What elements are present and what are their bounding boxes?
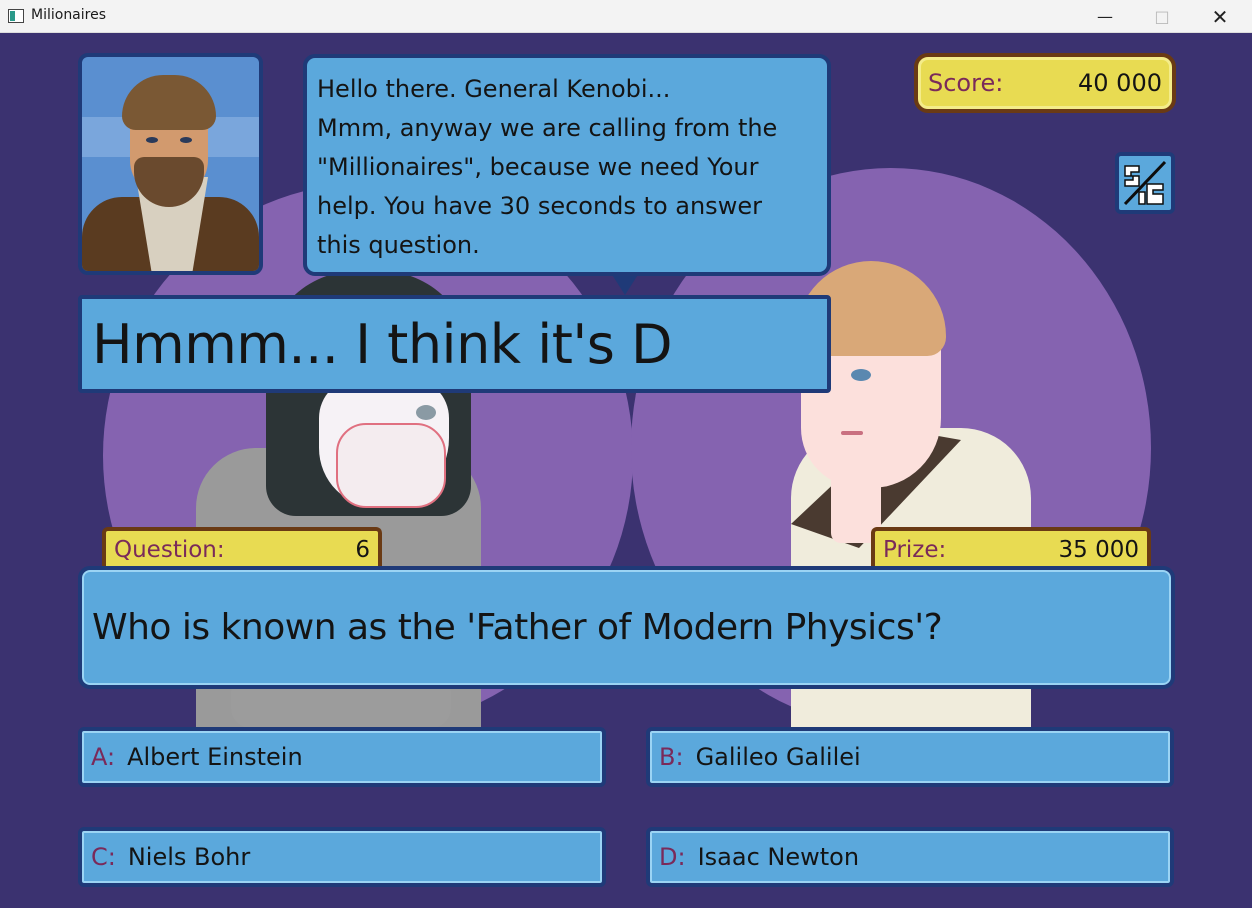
answer-c-button[interactable]: C: Niels Bohr <box>78 827 606 887</box>
speech-bubble-tail <box>611 273 639 295</box>
maximize-icon[interactable]: □ <box>1139 0 1185 33</box>
question-number-tab: Question: 6 <box>102 527 382 569</box>
answer-c-text: Niels Bohr <box>127 843 251 871</box>
contestant-hand <box>336 423 446 508</box>
game-screen: Hello there. General Kenobi... Mmm, anyw… <box>1 33 1251 907</box>
answer-c-letter: C: <box>91 843 116 871</box>
window-title: Milionaires <box>31 7 107 23</box>
app-icon <box>8 9 24 23</box>
question-number-value: 6 <box>355 537 370 563</box>
caller-portrait <box>78 53 263 275</box>
score-label: Score: <box>928 69 1004 97</box>
answer-a-text: Albert Einstein <box>127 743 303 771</box>
question-box: Who is known as the 'Father of Modern Ph… <box>78 566 1175 689</box>
answer-a-button[interactable]: A: Albert Einstein <box>78 727 606 787</box>
host-eye <box>851 369 871 381</box>
host-mouth <box>841 431 863 435</box>
minimize-icon[interactable]: — <box>1082 0 1128 33</box>
prize-label: Prize: <box>883 537 947 563</box>
caller-hint-text: Hmmm... I think it's D <box>92 312 673 376</box>
score-panel: Score: 40 000 <box>914 53 1176 113</box>
answer-d-letter: D: <box>659 843 686 871</box>
caller-speech-text: Hello there. General Kenobi... Mmm, anyw… <box>317 75 778 259</box>
caller-hint-box: Hmmm... I think it's D <box>78 295 831 393</box>
answer-a-letter: A: <box>91 743 116 771</box>
contestant-eye <box>416 405 436 420</box>
fifty-fifty-lifeline-button[interactable] <box>1115 152 1175 214</box>
question-text: Who is known as the 'Father of Modern Ph… <box>92 607 943 648</box>
answer-b-text: Galileo Galilei <box>695 743 861 771</box>
score-value: 40 000 <box>1078 69 1162 97</box>
prize-value: 35 000 <box>1058 537 1139 563</box>
prize-tab: Prize: 35 000 <box>871 527 1151 569</box>
fifty-fifty-icon <box>1123 160 1167 206</box>
answer-b-button[interactable]: B: Galileo Galilei <box>646 727 1174 787</box>
answer-d-button[interactable]: D: Isaac Newton <box>646 827 1174 887</box>
answer-d-text: Isaac Newton <box>697 843 860 871</box>
question-number-label: Question: <box>114 537 225 563</box>
caller-speech-bubble: Hello there. General Kenobi... Mmm, anyw… <box>303 54 831 276</box>
answer-b-letter: B: <box>659 743 684 771</box>
close-icon[interactable]: ✕ <box>1197 0 1243 33</box>
window-titlebar: Milionaires — □ ✕ <box>0 0 1252 33</box>
